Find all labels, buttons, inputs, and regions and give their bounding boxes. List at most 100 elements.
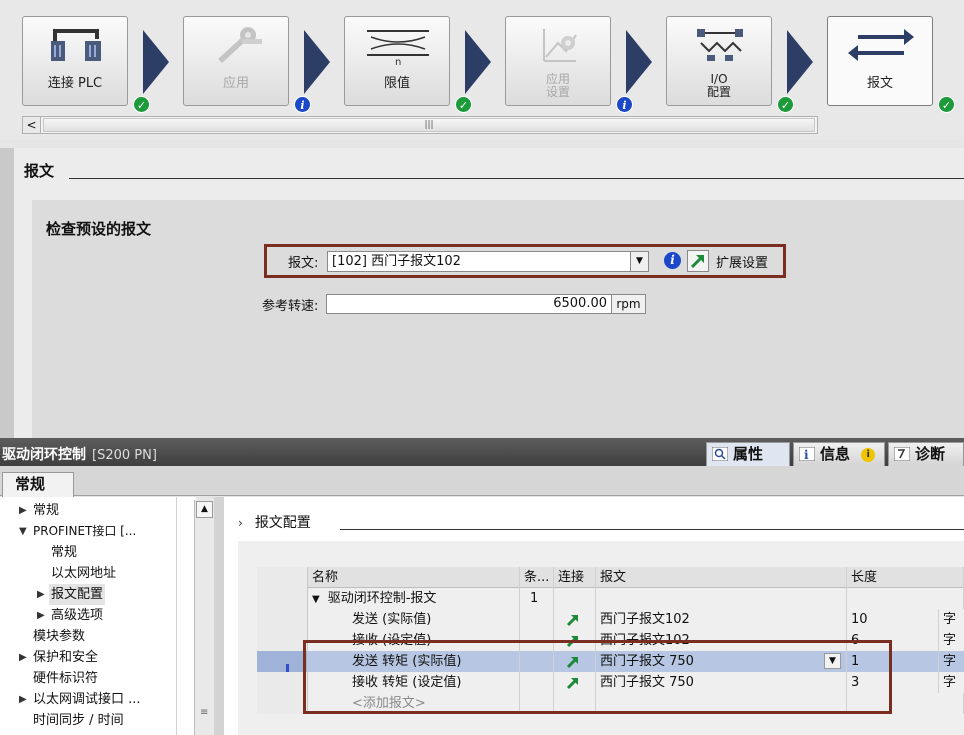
- scroll-grip-icon[interactable]: ≡: [200, 707, 208, 718]
- tree-item-ethernet-address[interactable]: 以太网地址: [0, 563, 196, 584]
- ref-speed-input[interactable]: 6500.00: [326, 294, 612, 314]
- telegram-section: 报文 检查预设的报文 报文: [102] 西门子报文102 ▼ i 扩展设置 参…: [14, 148, 964, 440]
- arrow-up-right-icon[interactable]: [566, 613, 580, 627]
- section-title: 报文: [24, 162, 55, 180]
- length-cell: 10: [847, 609, 939, 630]
- chevron-right-icon[interactable]: ▶: [19, 689, 29, 710]
- col-connect[interactable]: 连接: [554, 567, 596, 588]
- row-header: [257, 588, 308, 609]
- chevron-down-icon[interactable]: ▼: [312, 594, 320, 605]
- telegram-select[interactable]: [102] 西门子报文102 ▼: [327, 251, 649, 272]
- wizard-arrow-icon: [465, 30, 491, 94]
- unit-cell: 字: [943, 633, 957, 648]
- row-header: [257, 609, 308, 630]
- tab-general[interactable]: 常规: [2, 472, 74, 497]
- tree-item-hardware-id[interactable]: 硬件标识符: [0, 668, 196, 689]
- wizard-step-app-settings[interactable]: 应用 设置: [505, 16, 611, 106]
- group-name-cell: ▼ 驱动闭环控制-报文: [308, 588, 520, 609]
- tree-item-module-params[interactable]: 模块参数: [0, 626, 196, 647]
- tab-diagnostics-label: 诊断: [915, 445, 946, 463]
- chevron-right-icon[interactable]: ▶: [37, 605, 47, 626]
- scroll-up-button[interactable]: ▲: [196, 501, 213, 518]
- check-icon: ✓: [455, 96, 472, 113]
- wizard-step-connect-plc[interactable]: 连接 PLC: [22, 16, 128, 106]
- tree-item-protection[interactable]: ▶ 保护和安全: [0, 647, 196, 668]
- group-label: 驱动闭环控制-报文: [327, 591, 437, 606]
- telegram-label: 报文:: [288, 256, 319, 271]
- inspector-title: 驱动闭环控制 [S200 PN]: [2, 444, 157, 464]
- inspector-header: 驱动闭环控制 [S200 PN] 属性 i 信息 i 诊断: [0, 438, 964, 466]
- tree-item-label: 硬件标识符: [33, 671, 99, 686]
- group-count-cell: 1: [520, 588, 554, 609]
- chevron-down-icon[interactable]: ▼: [19, 521, 29, 542]
- table-row[interactable]: 发送 (实际值) 西门子报文102 10 字: [257, 609, 964, 630]
- scroll-left-button[interactable]: <: [23, 117, 41, 133]
- ref-speed-label: 参考转速:: [262, 299, 319, 314]
- table-header: 名称 条... 连接 报文 长度: [257, 567, 964, 588]
- info-icon: i: [294, 96, 311, 113]
- app-settings-icon: [543, 29, 577, 62]
- wizard-horizontal-scrollbar[interactable]: < |||: [22, 116, 818, 134]
- extended-settings-label: 扩展设置: [716, 256, 769, 271]
- tree-item-label: PROFINET接口 [...: [33, 524, 137, 538]
- content-divider: [340, 529, 964, 530]
- tab-properties-label: 属性: [733, 445, 764, 463]
- wizard-arrow-icon: [626, 30, 652, 94]
- tree-item-label: 常规: [33, 503, 60, 518]
- chevron-right-icon[interactable]: ▶: [37, 584, 47, 605]
- chevron-down-icon[interactable]: ▼: [630, 252, 648, 271]
- col-telegram[interactable]: 报文: [596, 567, 847, 588]
- scroll-thumb[interactable]: |||: [43, 118, 815, 132]
- wizard-step-application[interactable]: 应用: [183, 16, 289, 106]
- extended-settings-button[interactable]: [687, 250, 709, 272]
- telegram-panel: 检查预设的报文 报文: [102] 西门子报文102 ▼ i 扩展设置 参考转速…: [32, 200, 964, 440]
- wrench-icon: [218, 27, 262, 63]
- tree-divider: [176, 497, 177, 735]
- wizard-step-io-config[interactable]: I/O 配置: [666, 16, 772, 106]
- tree-item-ethernet-debug[interactable]: ▶ 以太网调试接口 ...: [0, 689, 196, 710]
- tab-info[interactable]: i 信息 i: [793, 442, 885, 466]
- unit-cell: 字: [943, 654, 957, 669]
- row-header: [257, 567, 308, 588]
- tree-item-advanced-options[interactable]: ▶ 高级选项: [0, 605, 196, 626]
- tree-item-general[interactable]: ▶ 常规: [0, 500, 196, 521]
- tree-item-label: 以太网地址: [51, 566, 117, 581]
- check-icon: ✓: [133, 96, 150, 113]
- check-icon: ✓: [938, 96, 955, 113]
- pane-splitter[interactable]: [214, 497, 224, 735]
- telegram-cell: [596, 588, 847, 609]
- chevron-right-icon[interactable]: ›: [238, 516, 243, 530]
- wizard-step-telegram[interactable]: 报文: [827, 16, 933, 106]
- table-row[interactable]: ▼ 驱动闭环控制-报文 1: [257, 588, 964, 609]
- tree-item-telegram-config[interactable]: ▶ 报文配置: [0, 584, 196, 605]
- row-header: [257, 651, 308, 672]
- wizard-step-label: 限值: [383, 76, 410, 91]
- tab-diagnostics[interactable]: 诊断: [888, 442, 964, 466]
- tree-item-label: 模块参数: [33, 629, 86, 644]
- name-cell: 发送 (实际值): [308, 609, 520, 630]
- tree-vertical-scrollbar[interactable]: ▲ ≡: [194, 500, 214, 735]
- panel-title: 检查预设的报文: [46, 220, 152, 238]
- chevron-right-icon[interactable]: ▶: [19, 500, 29, 521]
- wizard-step-label: 报文: [866, 76, 893, 91]
- wizard-step-limits[interactable]: n 限值: [344, 16, 450, 106]
- tree-item-profinet[interactable]: ▼ PROFINET接口 [...: [0, 521, 196, 542]
- col-name[interactable]: 名称: [308, 567, 520, 588]
- info-icon[interactable]: i: [664, 252, 681, 269]
- col-count[interactable]: 条...: [520, 567, 554, 588]
- info-icon: i: [616, 96, 633, 113]
- content-title: › 报文配置: [238, 512, 311, 532]
- telegram-arrows-icon: [848, 29, 914, 61]
- col-length[interactable]: 长度: [847, 567, 964, 588]
- selection-marker: [286, 664, 289, 672]
- tab-properties[interactable]: 属性: [706, 442, 790, 466]
- tree-item-time-sync[interactable]: 时间同步 / 时间: [0, 710, 196, 731]
- wizard-arrow-icon: [787, 30, 813, 94]
- chevron-right-icon[interactable]: ▶: [19, 647, 29, 668]
- tree-item-label: 常规: [51, 545, 78, 560]
- tree-item-profinet-general[interactable]: 常规: [0, 542, 196, 563]
- inspector-subtitle: [S200 PN]: [92, 448, 157, 463]
- arrow-up-right-icon: [690, 255, 704, 269]
- wizard-step-label: 应用: [222, 76, 249, 91]
- wizard-step-label-line2: 设置: [545, 85, 570, 99]
